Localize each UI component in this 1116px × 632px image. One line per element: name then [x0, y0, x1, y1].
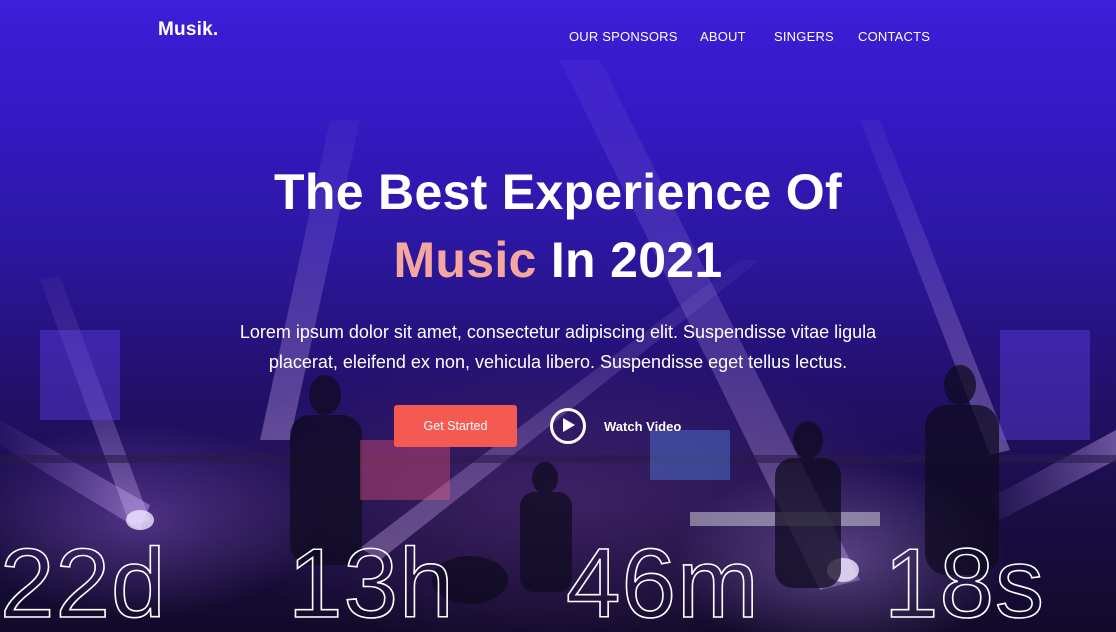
nav-link-singers[interactable]: SINGERS: [774, 29, 834, 44]
nav-link-our-sponsors[interactable]: OUR SPONSORS: [569, 29, 678, 44]
subtitle-line-2: placerat, eleifend ex non, vehicula libe…: [268, 352, 848, 372]
nav-links: OUR SPONSORS ABOUT SINGERS CONTACTS: [0, 29, 1116, 49]
nav-link-about[interactable]: ABOUT: [700, 29, 746, 44]
headline-accent: Music: [393, 232, 537, 288]
hero-subtitle: Lorem ipsum dolor sit amet, consectetur …: [0, 317, 1116, 377]
top-navbar: Musik. OUR SPONSORS ABOUT SINGERS CONTAC…: [0, 0, 1116, 72]
nav-link-contacts[interactable]: CONTACTS: [858, 29, 930, 44]
subtitle-line-1: Lorem ipsum dolor sit amet, consectetur …: [239, 322, 877, 342]
countdown-minutes: 46m: [565, 527, 760, 632]
headline-line-1: The Best Experience Of: [274, 164, 842, 220]
hero-section: Musik. OUR SPONSORS ABOUT SINGERS CONTAC…: [0, 0, 1116, 632]
play-icon[interactable]: [550, 408, 586, 444]
countdown-hours: 13h: [287, 527, 455, 632]
get-started-button[interactable]: Get Started: [394, 405, 517, 447]
countdown-seconds: 18s: [883, 527, 1046, 632]
hero-headline: The Best Experience Of Music In 2021: [0, 158, 1116, 294]
headline-line-2: In 2021: [536, 232, 723, 288]
countdown-timer: 22d 13h 46m 18s: [0, 527, 1116, 632]
countdown-days: 22d: [0, 527, 167, 632]
watch-video-label[interactable]: Watch Video: [604, 419, 681, 434]
